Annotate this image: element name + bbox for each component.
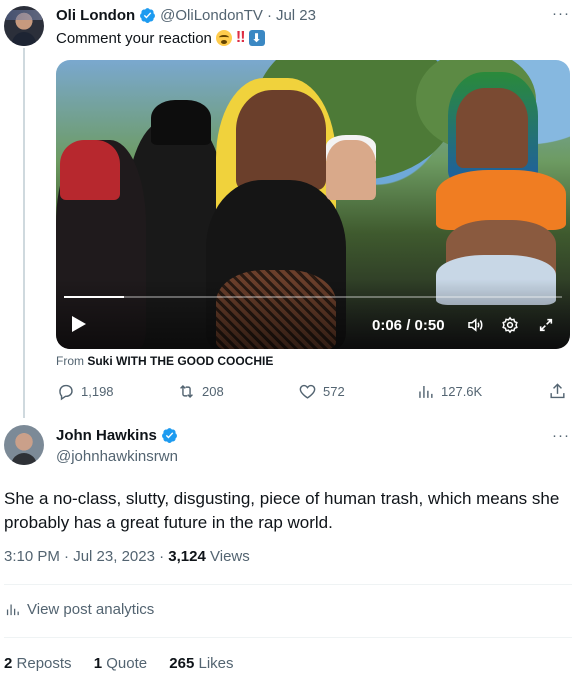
video-progress-fill — [64, 296, 124, 298]
reposts-stat[interactable]: 2 Reposts — [4, 655, 72, 672]
tweet-date[interactable]: Jul 23 — [276, 7, 316, 24]
tweet-date[interactable]: Jul 23, 2023 — [73, 548, 155, 565]
views-count: 127.6K — [441, 384, 483, 399]
likes-label: Likes — [198, 655, 234, 672]
quotes-label: Quote — [106, 655, 148, 672]
like-count: 572 — [323, 384, 345, 399]
analytics-bars-icon — [6, 604, 19, 616]
heart-icon — [299, 384, 316, 399]
volume-icon[interactable] — [465, 316, 485, 334]
verified-badge-icon — [140, 8, 156, 23]
divider — [4, 584, 572, 585]
avatar[interactable] — [4, 6, 44, 46]
thread-line — [23, 48, 25, 418]
video-figure — [236, 90, 326, 190]
author-handle[interactable]: @johnhawkinsrwn — [56, 448, 178, 465]
reply-count: 1,198 — [81, 384, 114, 399]
quotes-count: 1 — [93, 655, 103, 672]
likes-count: 265 — [169, 655, 195, 672]
divider — [4, 637, 572, 638]
more-options-icon[interactable]: ··· — [552, 5, 570, 22]
engagement-stats: 2 Reposts 1 Quote 265 Likes — [4, 655, 252, 672]
reply-icon — [59, 384, 73, 401]
settings-gear-icon[interactable] — [501, 316, 519, 334]
reposts-count: 2 — [4, 655, 13, 672]
more-options-icon[interactable]: ··· — [552, 427, 570, 444]
repost-icon — [180, 384, 193, 399]
reply-button[interactable]: 1,198 — [56, 382, 114, 401]
tweet-body: She a no-class, slutty, disgusting, piec… — [4, 489, 560, 532]
analytics-label: View post analytics — [27, 601, 155, 618]
author-name[interactable]: John Hawkins — [56, 427, 157, 444]
author-name[interactable]: Oli London — [56, 7, 135, 24]
video-progress-bar[interactable] — [64, 296, 562, 298]
views-count: 3,124 — [168, 548, 206, 565]
likes-stat[interactable]: 265 Likes — [169, 655, 233, 672]
tweet-time[interactable]: 3:10 PM — [4, 548, 60, 565]
separator-dot: · — [159, 548, 165, 565]
quotes-stat[interactable]: 1 Quote — [94, 655, 147, 672]
tweet-text: Comment your reaction ‼ ⬇ — [56, 29, 265, 47]
video-time: 0:06 / 0:50 — [372, 317, 445, 334]
video-shade — [56, 279, 570, 349]
share-button[interactable] — [548, 382, 567, 401]
action-bar: 1,198 208 572 127.6K — [56, 382, 570, 406]
video-figure — [60, 140, 120, 200]
tweet-header: John Hawkins — [56, 427, 178, 444]
separator-dot: · — [266, 7, 272, 24]
like-button[interactable]: 572 — [298, 382, 345, 401]
exploding-head-emoji-icon — [215, 30, 232, 46]
verified-badge-icon — [161, 428, 177, 443]
separator-dot: · — [64, 548, 70, 565]
author-handle[interactable]: @OliLondonTV — [160, 7, 263, 24]
video-figure — [456, 88, 528, 168]
view-analytics-link[interactable]: View post analytics — [4, 601, 154, 618]
views-button[interactable]: 127.6K — [416, 382, 482, 401]
share-icon — [550, 383, 565, 399]
video-figure — [151, 100, 211, 145]
video-figure — [326, 140, 376, 200]
views-label: Views — [210, 548, 250, 565]
tweet-text-content: Comment your reaction — [56, 29, 212, 47]
play-icon[interactable] — [72, 316, 86, 332]
source-name[interactable]: Suki WITH THE GOOD COOCHIE — [87, 354, 273, 368]
double-exclamation-emoji-icon: ‼ — [235, 29, 246, 46]
tweet-header: Oli London @OliLondonTV · Jul 23 — [56, 7, 316, 24]
source-prefix: From — [56, 354, 84, 368]
down-arrow-emoji-icon: ⬇ — [248, 30, 265, 46]
analytics-bars-icon — [419, 385, 433, 398]
tweet-meta: 3:10 PM · Jul 23, 2023 · 3,124 Views — [4, 548, 250, 565]
video-player[interactable]: 0:06 / 0:50 — [56, 60, 570, 349]
fullscreen-icon[interactable] — [538, 317, 554, 333]
reposts-label: Reposts — [16, 655, 72, 672]
repost-count: 208 — [202, 384, 224, 399]
avatar[interactable] — [4, 425, 44, 465]
video-source: From Suki WITH THE GOOD COOCHIE — [56, 354, 273, 368]
repost-button[interactable]: 208 — [177, 382, 224, 401]
